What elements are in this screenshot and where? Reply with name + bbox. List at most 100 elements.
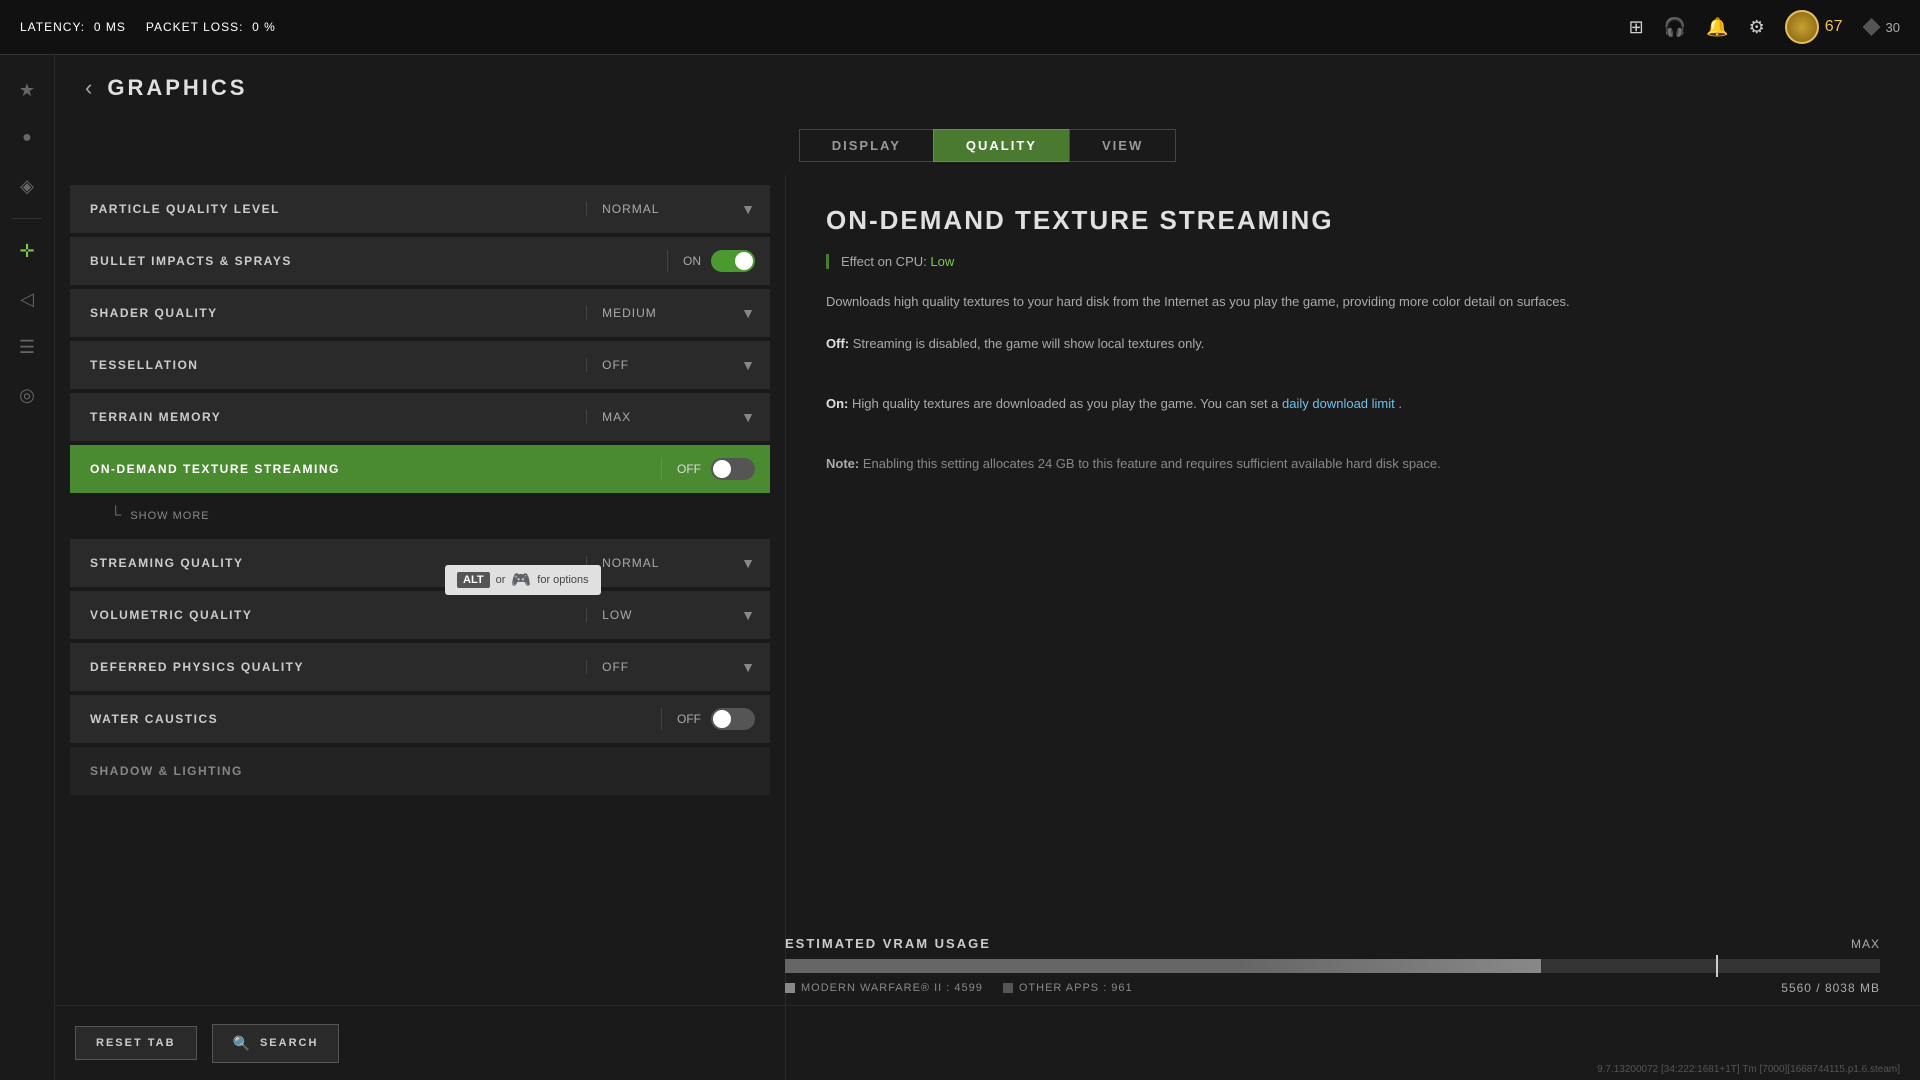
grid-icon[interactable]: ⊞ (1629, 17, 1644, 38)
vram-section: ESTIMATED VRAM USAGE MAX MODERN WARFARE®… (785, 936, 1880, 995)
setting-deferred-physics[interactable]: DEFERRED PHYSICS QUALITY OFF ▼ (70, 643, 770, 691)
vram-game-legend: MODERN WARFARE® II : 4599 (785, 982, 983, 994)
search-button[interactable]: 🔍 SEARCH (212, 1024, 340, 1063)
on-text-end: . (1398, 396, 1402, 411)
chevron-down-icon: ▼ (726, 659, 770, 675)
version-text: 9.7.13200072 [34:222:1681+1T] Tm [7000][… (1597, 1064, 1900, 1075)
version-string: 9.7.13200072 [34:222:1681+1T] Tm [7000][… (1597, 1064, 1900, 1075)
setting-terrain-memory[interactable]: TERRAIN MEMORY MAX ▼ (70, 393, 770, 441)
top-right-controls: ⊞ 🎧 🔔 ⚙ 67 30 (1629, 10, 1900, 44)
setting-shader-quality[interactable]: SHADER QUALITY MEDIUM ▼ (70, 289, 770, 337)
vram-marker (1716, 955, 1718, 977)
on-label: On: (826, 396, 848, 411)
latency-info: LATENCY: 0 MS PACKET LOSS: 0 % (20, 20, 276, 34)
chevron-down-icon: ▼ (726, 357, 770, 373)
latency-text: LATENCY: (20, 20, 85, 34)
note-text: Enabling this setting allocates 24 GB to… (863, 456, 1441, 471)
vram-legend: MODERN WARFARE® II : 4599 OTHER APPS : 9… (785, 981, 1880, 995)
setting-label: DEFERRED PHYSICS QUALITY (70, 660, 586, 674)
info-cpu-effect: Effect on CPU: Low (826, 254, 1880, 269)
chevron-down-icon: ▼ (726, 305, 770, 321)
toggle-switch[interactable] (711, 250, 755, 272)
setting-volumetric-quality[interactable]: VOLUMETRIC QUALITY LOW ▼ (70, 591, 770, 639)
sidebar-icon-account[interactable]: ☰ (7, 327, 47, 367)
description-text: Downloads high quality textures to your … (826, 294, 1570, 309)
toggle-value: OFF (677, 712, 701, 726)
tooltip-options: for options (537, 574, 588, 586)
setting-shadow-lighting[interactable]: SHADOW & LIGHTING (70, 747, 770, 795)
back-button[interactable]: ‹ (85, 75, 92, 101)
sidebar-icon-crosshair[interactable]: ✛ (7, 231, 47, 271)
sidebar-icon-star[interactable]: ★ (7, 70, 47, 110)
off-text: Streaming is disabled, the game will sho… (853, 336, 1205, 351)
tab-quality[interactable]: QUALITY (933, 129, 1069, 162)
other-dot (1003, 983, 1013, 993)
vram-bar-fill (785, 959, 1541, 973)
reset-tab-button[interactable]: RESET TAB (75, 1026, 197, 1060)
user-level: 67 (1825, 18, 1843, 36)
setting-tessellation[interactable]: TESSELLATION OFF ▼ (70, 341, 770, 389)
setting-label: PARTICLE QUALITY LEVEL (70, 202, 586, 216)
setting-value: NORMAL (586, 556, 726, 570)
chevron-down-icon: ▼ (726, 409, 770, 425)
setting-value: LOW (586, 608, 726, 622)
packet-loss-text: PACKET LOSS: (146, 20, 244, 34)
latency-value: 0 MS (94, 20, 126, 34)
show-more-row[interactable]: └ SHOW MORE (70, 497, 770, 535)
setting-particle-quality[interactable]: PARTICLE QUALITY LEVEL NORMAL ▼ (70, 185, 770, 233)
controller-button-icon: 🎮 (511, 570, 531, 590)
chevron-down-icon: ▼ (726, 555, 770, 571)
setting-label: SHADER QUALITY (70, 306, 586, 320)
bell-icon[interactable]: 🔔 (1706, 17, 1728, 38)
reset-tab-label: RESET TAB (96, 1037, 176, 1049)
setting-toggle-area: ON (667, 250, 770, 272)
sidebar: ★ ● ◈ ✛ ◁ ☰ ◎ (0, 55, 55, 1080)
download-link[interactable]: daily download limit (1282, 396, 1395, 411)
tab-bar: DISPLAY QUALITY VIEW (55, 120, 1920, 170)
setting-label: ON-DEMAND TEXTURE STREAMING (70, 462, 661, 476)
show-more-content: └ SHOW MORE (110, 507, 210, 525)
setting-value: MAX (586, 410, 726, 424)
show-more-label: SHOW MORE (130, 510, 209, 522)
sidebar-icon-audio[interactable]: ◁ (7, 279, 47, 319)
toggle-value: ON (683, 254, 701, 268)
off-label: Off: (826, 336, 849, 351)
setting-bullet-impacts[interactable]: BULLET IMPACTS & SPRAYS ON (70, 237, 770, 285)
setting-label: VOLUMETRIC QUALITY (70, 608, 586, 622)
token-count: 30 (1886, 20, 1900, 35)
game-label: MODERN WARFARE® II : 4599 (801, 982, 983, 994)
settings-icon[interactable]: ⚙ (1749, 17, 1765, 38)
vram-bar-container (785, 959, 1880, 973)
page-title: GRAPHICS (107, 75, 247, 101)
toggle-value: OFF (677, 462, 701, 476)
info-title: ON-DEMAND TEXTURE STREAMING (826, 205, 1880, 236)
vram-max-label: MAX (1851, 937, 1880, 951)
on-text: High quality textures are downloaded as … (852, 396, 1282, 411)
user-badge[interactable]: 67 (1785, 10, 1843, 44)
setting-streaming-quality[interactable]: STREAMING QUALITY NORMAL ▼ (70, 539, 770, 587)
setting-label: TERRAIN MEMORY (70, 410, 586, 424)
headphones-icon[interactable]: 🎧 (1664, 17, 1686, 38)
alt-key-label: ALT (457, 572, 490, 588)
corner-icon: └ (110, 507, 122, 525)
token-badge: 30 (1863, 18, 1900, 36)
tooltip: ALT or 🎮 for options (445, 565, 601, 595)
sidebar-icon-network[interactable]: ◎ (7, 375, 47, 415)
top-bar: LATENCY: 0 MS PACKET LOSS: 0 % ⊞ 🎧 🔔 ⚙ 6… (0, 0, 1920, 55)
setting-on-demand-texture[interactable]: ON-DEMAND TEXTURE STREAMING OFF (70, 445, 770, 493)
setting-toggle-area: OFF (661, 708, 770, 730)
toggle-switch[interactable] (711, 708, 755, 730)
sidebar-icon-controller[interactable]: ◈ (7, 166, 47, 206)
sidebar-icon-user[interactable]: ● (7, 118, 47, 158)
setting-value: OFF (586, 660, 726, 674)
search-label: SEARCH (260, 1037, 318, 1049)
tab-display[interactable]: DISPLAY (799, 129, 933, 162)
setting-water-caustics[interactable]: WATER CAUSTICS OFF (70, 695, 770, 743)
note-prefix: Note: (826, 456, 859, 471)
tab-view[interactable]: VIEW (1069, 129, 1176, 162)
chevron-down-icon: ▼ (726, 201, 770, 217)
toggle-switch[interactable] (711, 458, 755, 480)
setting-toggle-area: OFF (661, 458, 770, 480)
setting-value: OFF (586, 358, 726, 372)
game-dot (785, 983, 795, 993)
